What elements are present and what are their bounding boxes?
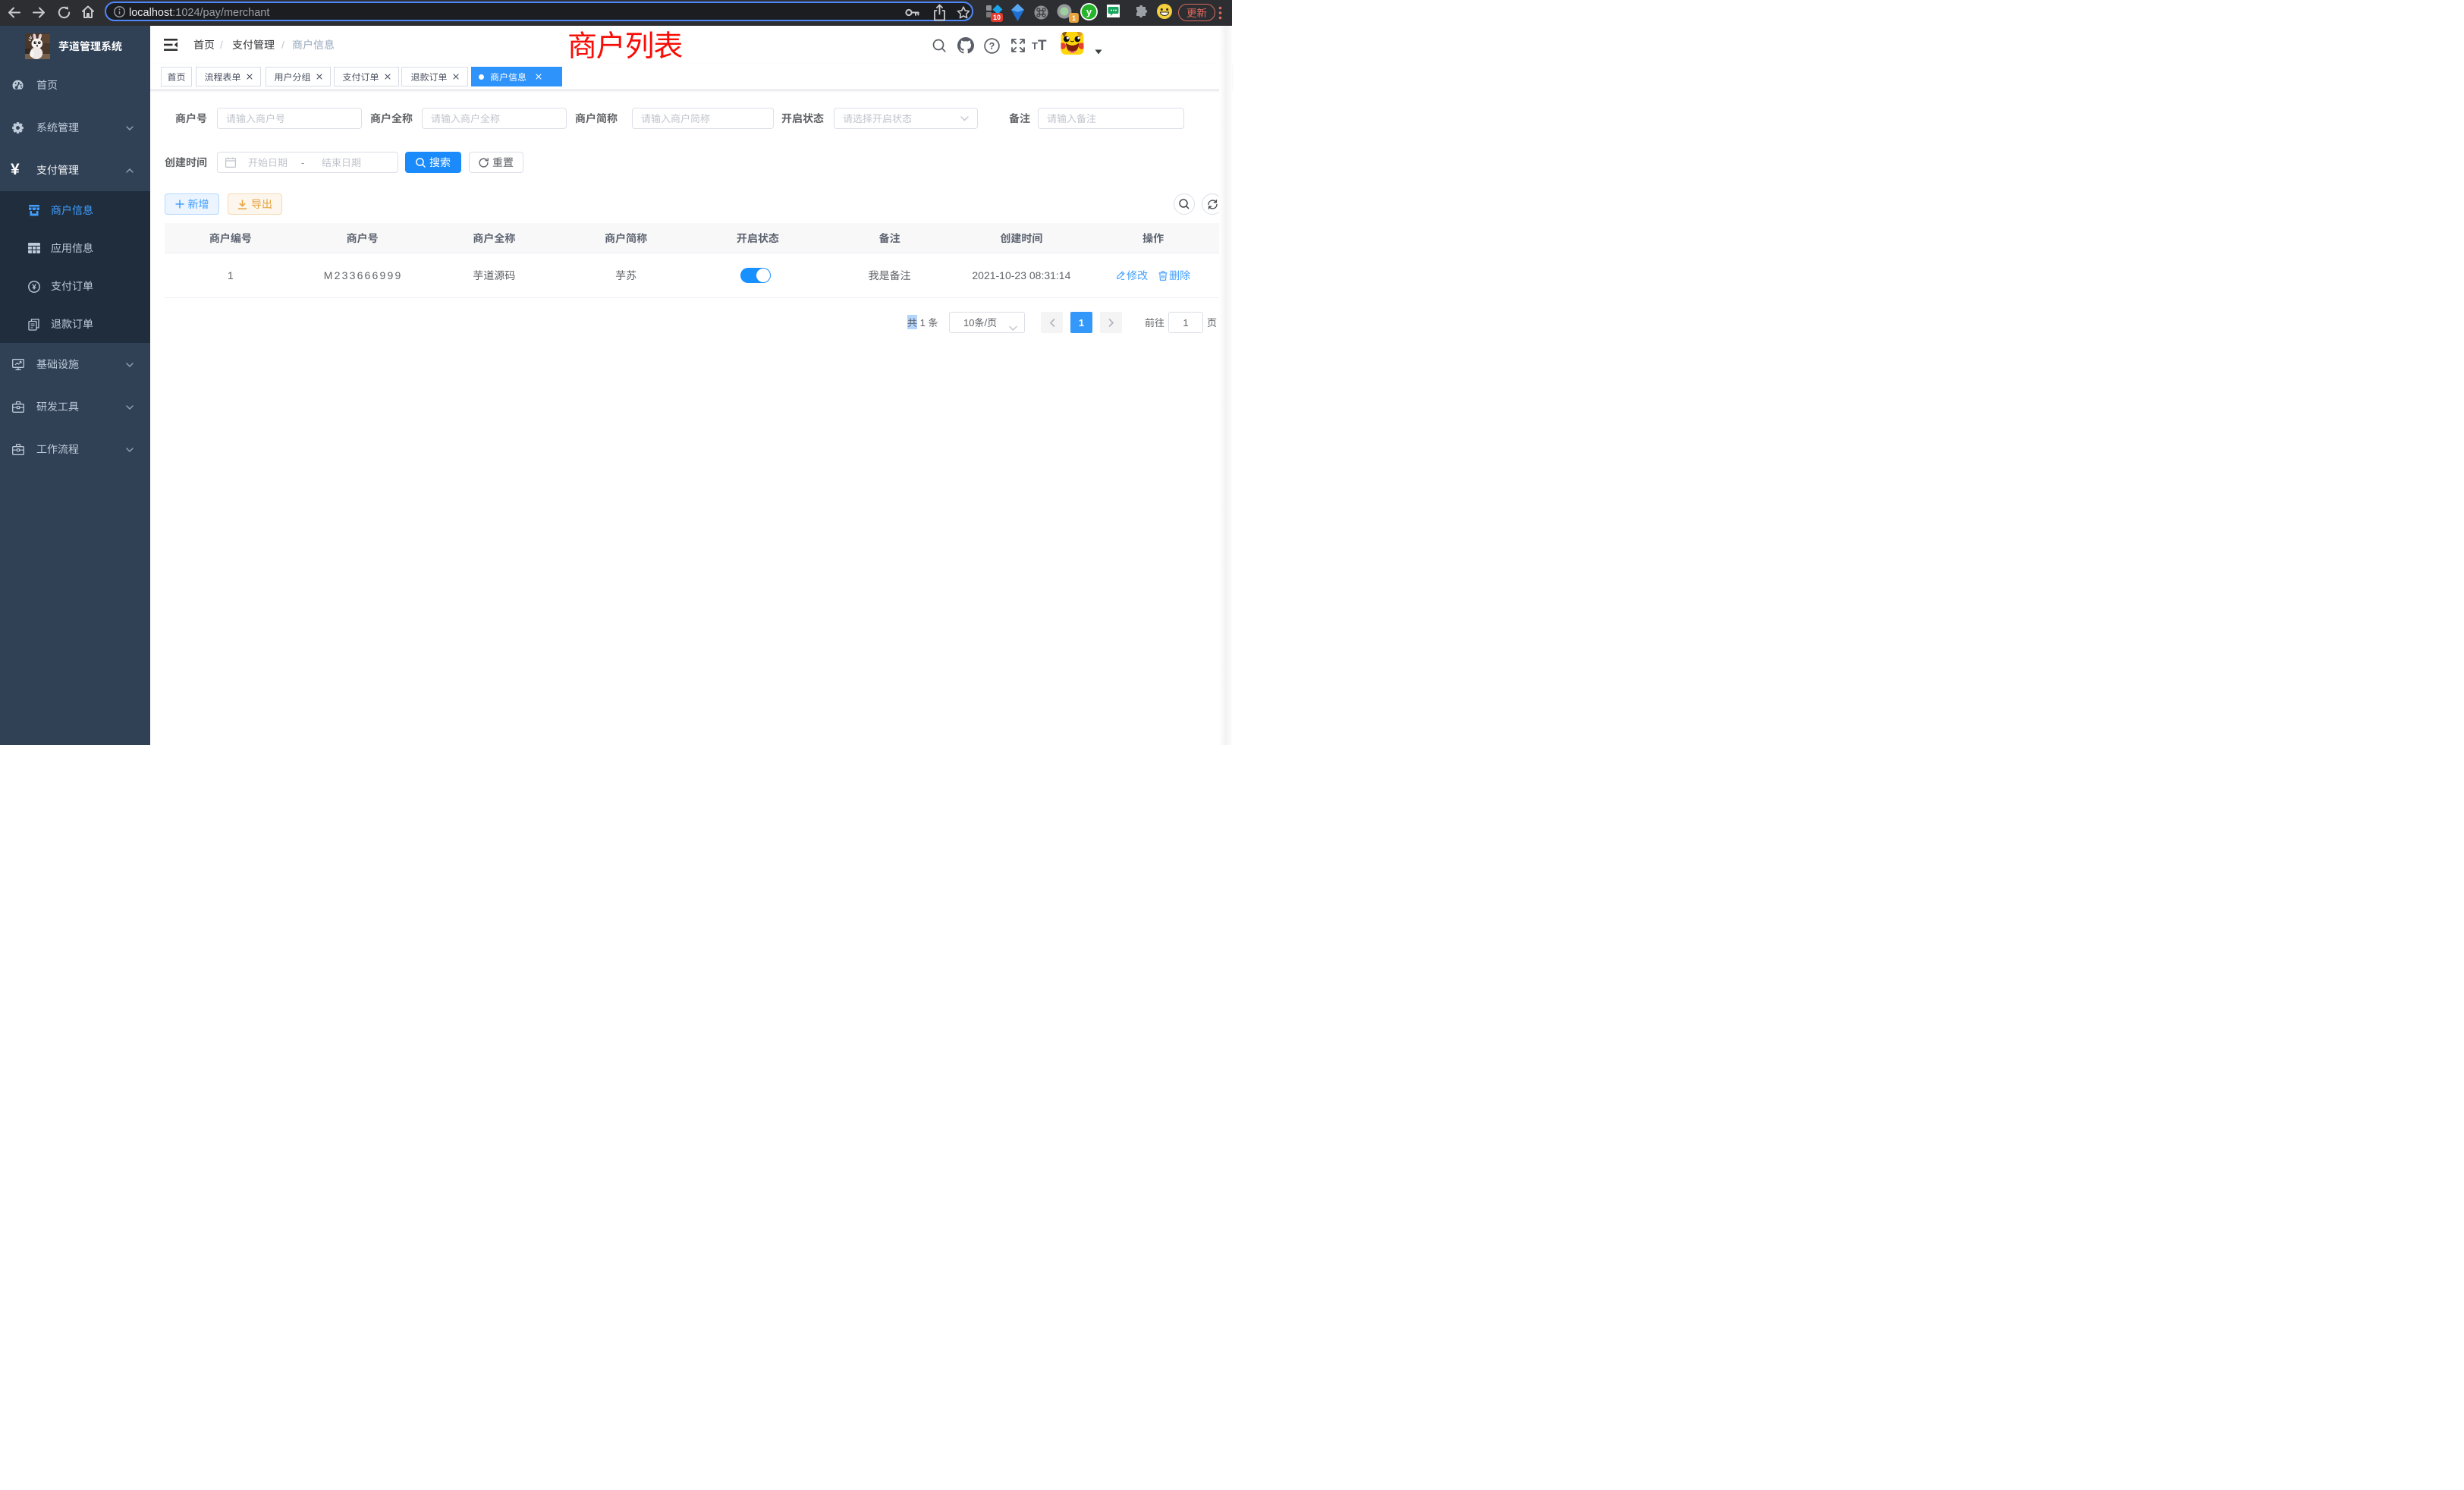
svg-text:¥: ¥ (32, 284, 36, 292)
svg-text:y: y (1086, 6, 1092, 17)
svg-text:?: ? (989, 41, 995, 52)
